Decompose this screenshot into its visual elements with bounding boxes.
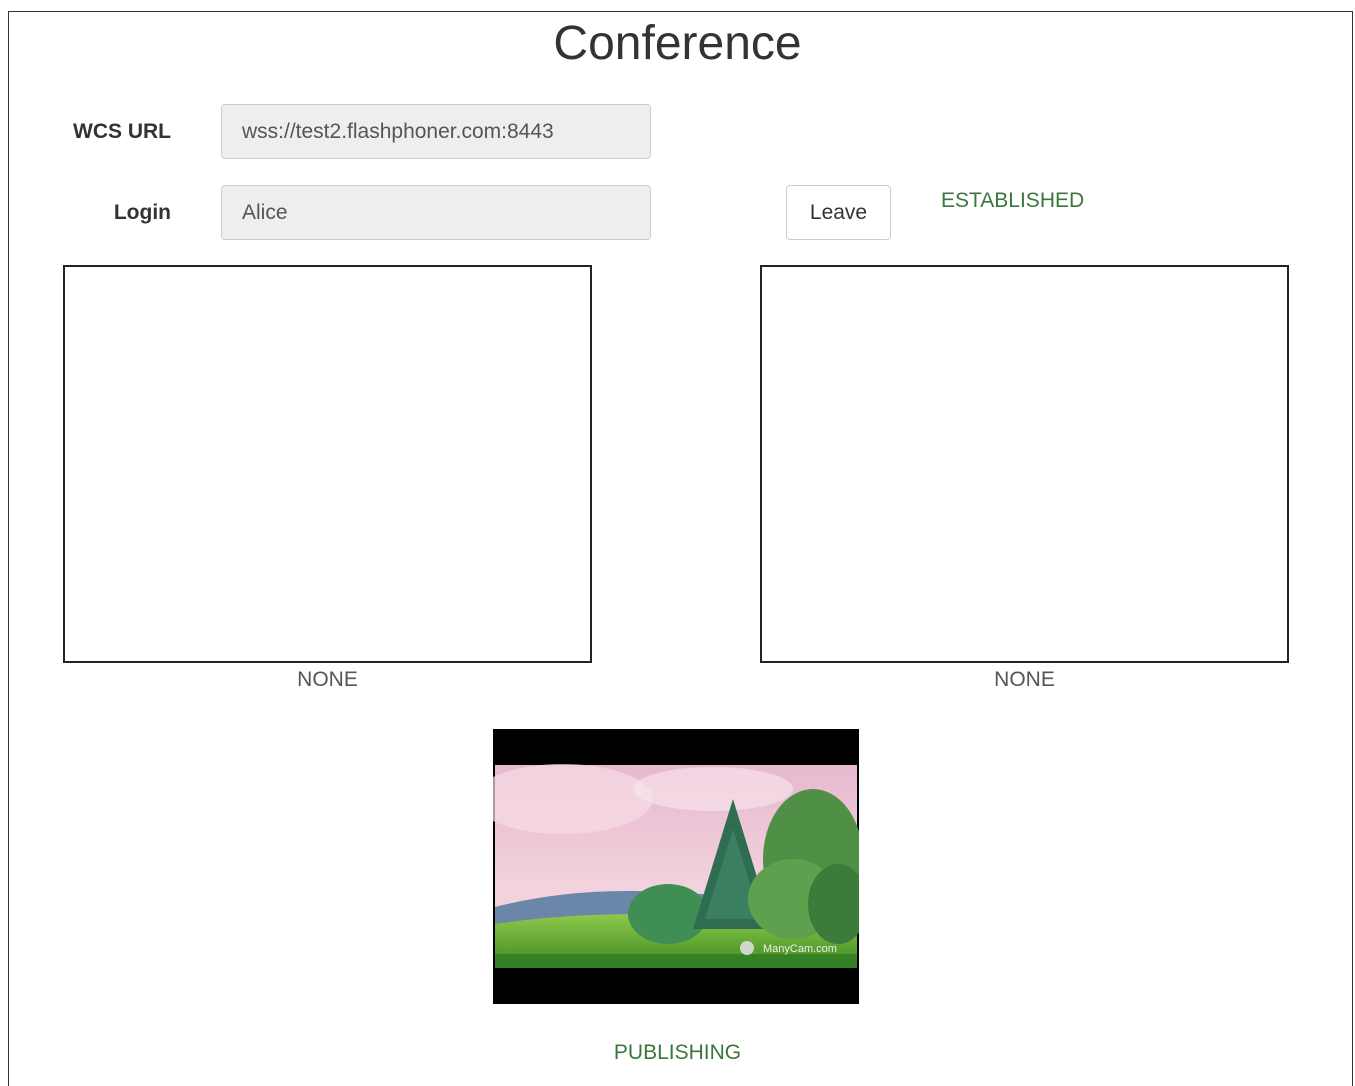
login-label: Login — [113, 201, 171, 224]
wcs-url-input[interactable] — [221, 104, 651, 159]
local-video-frame: ManyCam.com — [473, 729, 868, 1004]
participant-2-status: NONE — [994, 668, 1055, 691]
wcs-url-label: WCS URL — [73, 120, 171, 143]
page-title: Conference — [553, 17, 802, 70]
participant-2-video — [760, 265, 1289, 663]
connection-status: ESTABLISHED — [941, 189, 1085, 212]
manycam-watermark: ManyCam.com — [763, 943, 837, 955]
leave-button[interactable]: Leave — [786, 185, 891, 240]
participant-1-video — [63, 265, 592, 663]
local-video: ManyCam.com — [473, 729, 868, 1004]
login-input[interactable] — [221, 185, 651, 240]
publishing-status: PUBLISHING — [613, 1041, 742, 1064]
participant-1-status: NONE — [297, 668, 358, 691]
